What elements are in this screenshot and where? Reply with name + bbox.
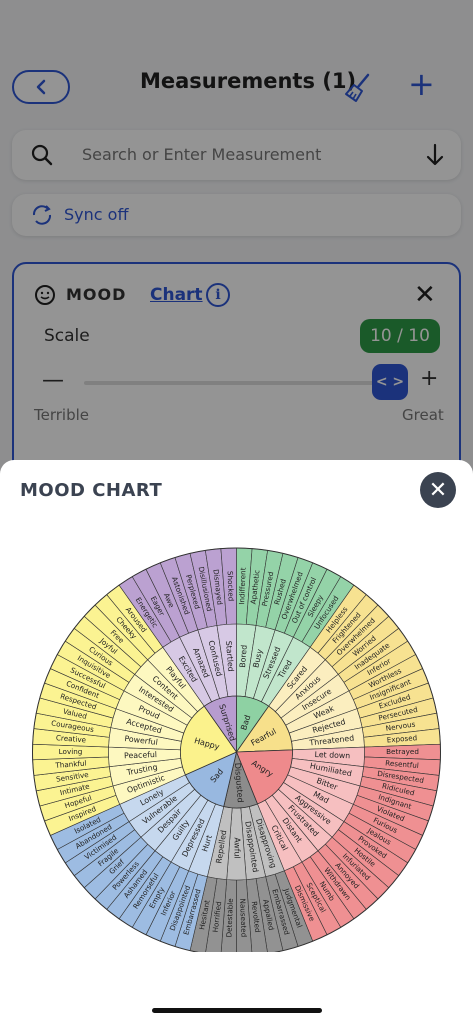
middle-label: Awful — [233, 837, 242, 858]
middle-label: Peaceful — [124, 750, 157, 760]
outer-label: Shocked — [226, 571, 236, 602]
home-indicator — [152, 1008, 322, 1013]
outer-label: Indifferent — [237, 567, 247, 605]
outer-label: Detestable — [224, 898, 235, 938]
sheet-title: MOOD CHART — [20, 480, 163, 501]
outer-label: Nauseated — [238, 898, 248, 937]
middle-label: Let down — [315, 750, 351, 760]
middle-label: Bored — [238, 644, 249, 668]
outer-label: Betrayed — [386, 747, 419, 756]
mood-wheel: Indifferent ApatheticPressuredRushedOverw… — [32, 547, 441, 952]
mood-chart-sheet: MOOD CHART ✕ Indifferent Apathetic Pressur… — [0, 460, 473, 1024]
outer-label: Loving — [59, 747, 83, 756]
close-sheet-button[interactable]: ✕ — [420, 472, 456, 508]
